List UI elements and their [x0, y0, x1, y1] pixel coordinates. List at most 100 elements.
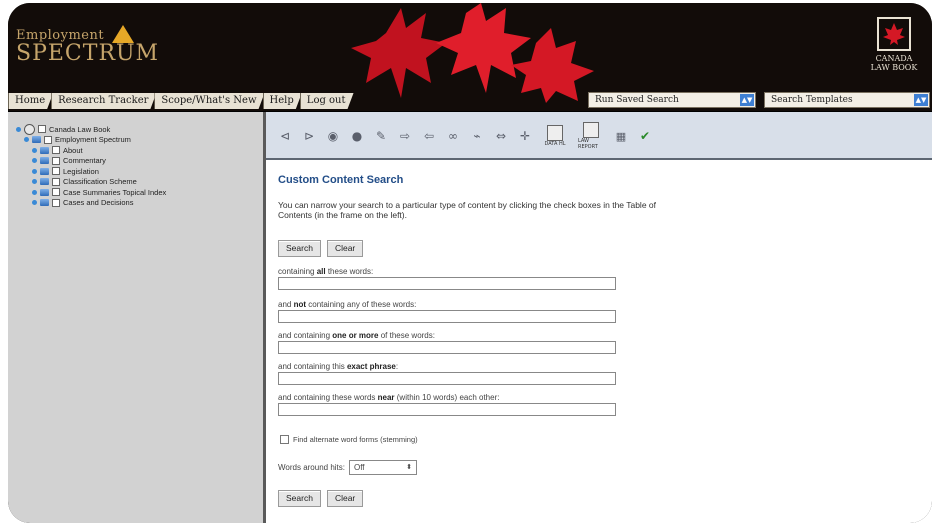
top-button-row: Search Clear	[278, 240, 364, 257]
field-all-words: containing all these words:	[278, 266, 618, 290]
field-label: and not containing any of these words:	[278, 300, 417, 309]
tree-node-commentary[interactable]: Commentary	[16, 156, 166, 167]
expand-icon[interactable]	[24, 137, 29, 143]
tree-label: Canada Law Book	[49, 124, 111, 134]
expand-icon[interactable]	[32, 189, 37, 195]
tree-checkbox[interactable]	[52, 177, 60, 186]
tab-home[interactable]: Home	[8, 93, 53, 109]
saved-search-select[interactable]: Run Saved Search ▲▼	[588, 92, 756, 108]
near-words-input[interactable]	[278, 403, 616, 416]
link-icon[interactable]: ∞	[446, 129, 460, 143]
tab-help[interactable]: Help	[263, 93, 302, 109]
stemming-checkbox[interactable]	[280, 435, 289, 444]
tree-label: Legislation	[63, 166, 99, 176]
forward-icon[interactable]: ⇨	[398, 129, 412, 143]
canada-law-book-logo[interactable]: CANADA LAW BOOK	[870, 17, 918, 85]
book-icon	[40, 167, 49, 175]
search-button[interactable]: Search	[278, 240, 321, 257]
tree-node-legislation[interactable]: Legislation	[16, 166, 166, 177]
employment-spectrum-logo[interactable]: Employment SPECTRUM	[16, 25, 159, 65]
tab-research-tracker[interactable]: Research Tracker	[51, 93, 156, 109]
book-icon	[40, 199, 49, 207]
document-icon	[583, 122, 599, 138]
search-next-icon[interactable]: ⊳	[302, 129, 316, 143]
tree-checkbox[interactable]	[52, 167, 60, 176]
grid-icon[interactable]: ▦	[614, 129, 628, 143]
tree-label: Classification Scheme	[63, 177, 137, 187]
words-around-select[interactable]: Off ⬍	[349, 460, 417, 475]
exact-phrase-input[interactable]	[278, 372, 616, 385]
tree-checkbox[interactable]	[52, 156, 60, 165]
field-label: and containing this exact phrase:	[278, 362, 399, 371]
law-report-button[interactable]: LAW REPORT	[578, 122, 604, 150]
search-templates-select[interactable]: Search Templates ▲▼	[764, 92, 930, 108]
tree-node-canada-law-book[interactable]: Canada Law Book	[16, 123, 166, 135]
maple-leaf-icon	[877, 17, 911, 51]
tab-scope-whats-new[interactable]: Scope/What's New	[154, 93, 264, 109]
cl-line-2: LAW BOOK	[870, 63, 918, 72]
expand-icon[interactable]	[16, 126, 21, 132]
dropdown-arrow-icon: ▲▼	[914, 94, 928, 106]
not-words-input[interactable]	[278, 310, 616, 323]
search-button[interactable]: Search	[278, 490, 321, 507]
tree-node-case-summaries[interactable]: Case Summaries Topical Index	[16, 187, 166, 198]
header: Employment SPECTRUM CANADA LAW BOOK Home…	[8, 3, 932, 111]
toolbar: ⊲ ⊳ ◉ ● ✎ ⇨ ⇦ ∞ ⌁ ⇔ ✛ DATA HL LAW REPORT…	[266, 112, 932, 160]
unlink-icon[interactable]: ⌁	[470, 129, 484, 143]
search-prev-icon[interactable]: ⊲	[278, 129, 292, 143]
book-icon	[40, 188, 49, 196]
field-any-words: and containing one or more of these word…	[278, 330, 618, 354]
tree-checkbox[interactable]	[44, 135, 52, 144]
radio-icon[interactable]: ◉	[326, 129, 340, 143]
data-hl-label: DATA HL	[544, 141, 566, 147]
tree-label: Commentary	[63, 156, 106, 166]
tab-log-out[interactable]: Log out	[300, 93, 354, 109]
radio-filled-icon[interactable]: ●	[350, 129, 364, 143]
tree-node-employment-spectrum[interactable]: Employment Spectrum	[16, 135, 166, 146]
expand-icon[interactable]	[32, 168, 37, 174]
tree-checkbox[interactable]	[52, 198, 60, 207]
clear-button[interactable]: Clear	[326, 490, 364, 507]
all-words-input[interactable]	[278, 277, 616, 290]
expand-icon[interactable]	[32, 200, 37, 206]
field-near-words: and containing these words near (within …	[278, 392, 618, 416]
document-icon	[547, 125, 563, 141]
any-words-input[interactable]	[278, 341, 616, 354]
tree-checkbox[interactable]	[52, 188, 60, 197]
checkmark-icon[interactable]: ✔	[638, 129, 652, 143]
stemming-option[interactable]: Find alternate word forms (stemming)	[280, 435, 418, 444]
toc-sidebar: Canada Law Book Employment Spectrum Abou…	[8, 112, 266, 523]
book-icon	[40, 157, 49, 165]
arrows-icon[interactable]: ⇔	[494, 129, 508, 143]
tree-node-cases-decisions[interactable]: Cases and Decisions	[16, 198, 166, 209]
field-label: containing all these words:	[278, 267, 374, 276]
saved-search-value: Run Saved Search	[595, 95, 679, 105]
data-hl-button[interactable]: DATA HL	[542, 125, 568, 147]
book-icon	[40, 146, 49, 154]
tree-label: About	[63, 145, 83, 155]
tree-node-classification-scheme[interactable]: Classification Scheme	[16, 177, 166, 188]
expand-icon[interactable]	[32, 158, 37, 164]
app-frame: Employment SPECTRUM CANADA LAW BOOK Home…	[8, 3, 932, 523]
field-label: and containing these words near (within …	[278, 393, 500, 402]
book-icon	[32, 136, 41, 144]
tree-checkbox[interactable]	[52, 146, 60, 155]
move-icon[interactable]: ✛	[518, 129, 532, 143]
tree-node-about[interactable]: About	[16, 145, 166, 156]
expand-icon[interactable]	[32, 179, 37, 185]
words-around-value: Off	[354, 463, 365, 472]
stemming-label: Find alternate word forms (stemming)	[293, 435, 418, 444]
words-around-hits: Words around hits: Off ⬍	[278, 460, 417, 475]
back-icon[interactable]: ⇦	[422, 129, 436, 143]
cl-line-1: CANADA	[875, 54, 913, 63]
page-title: Custom Content Search	[278, 174, 404, 186]
dropdown-arrow-icon: ▲▼	[740, 94, 754, 106]
search-form: Custom Content Search You can narrow you…	[266, 160, 932, 523]
clear-button[interactable]: Clear	[326, 240, 364, 257]
maple-leaves-banner	[351, 3, 594, 103]
intro-text: You can narrow your search to a particul…	[278, 200, 656, 220]
tree-checkbox[interactable]	[38, 125, 46, 134]
tree-label: Employment Spectrum	[55, 135, 131, 145]
pencil-icon[interactable]: ✎	[374, 129, 388, 143]
expand-icon[interactable]	[32, 147, 37, 153]
